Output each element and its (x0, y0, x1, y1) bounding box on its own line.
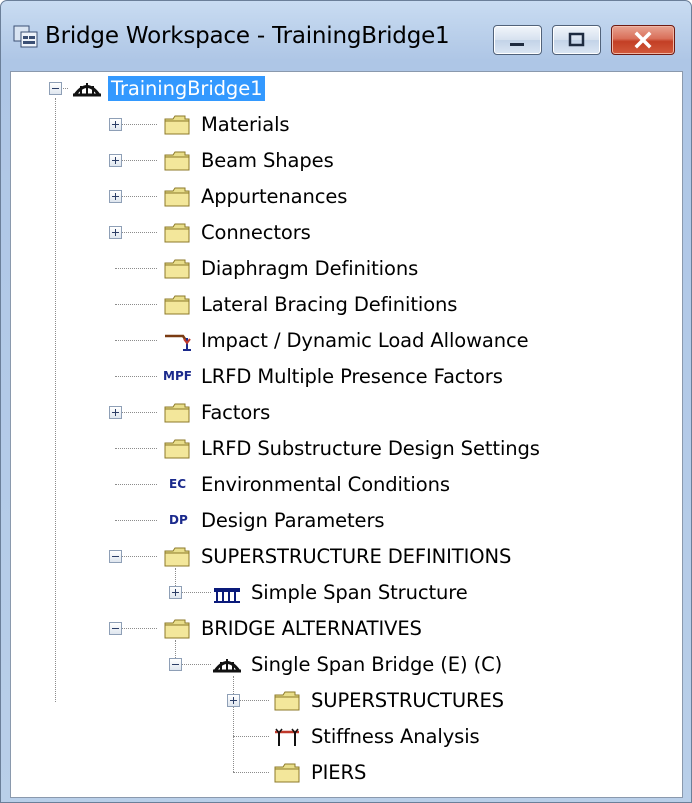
tree-node-diaphragm-definitions[interactable]: Diaphragm Definitions (161, 252, 418, 285)
bridge-icon (211, 652, 243, 678)
bridge-workspace-window: Bridge Workspace - TrainingBridge1 Train… (0, 0, 692, 803)
tree-node-label: Lateral Bracing Definitions (201, 293, 458, 316)
tree-collapse-toggle[interactable] (169, 658, 182, 671)
tree-node-superstructure-definitions[interactable]: SUPERSTRUCTURE DEFINITIONS (161, 540, 511, 573)
tree-node-materials[interactable]: Materials (161, 108, 290, 141)
mpf-icon: MPF (163, 368, 192, 383)
tree-node-label: Design Parameters (201, 509, 385, 532)
tree-node-label: SUPERSTRUCTURES (311, 689, 504, 712)
title-bar[interactable]: Bridge Workspace - TrainingBridge1 (1, 1, 691, 73)
folder-icon (161, 112, 193, 138)
tree-expand-toggle[interactable] (109, 406, 122, 419)
folder-icon (161, 148, 193, 174)
bridge-tree: TrainingBridge1 Materials Beam Shapes Ap… (11, 72, 682, 797)
tree-node-label: BRIDGE ALTERNATIVES (201, 617, 422, 640)
tree-expand-toggle[interactable] (109, 118, 122, 131)
workspace-app-icon (13, 25, 39, 49)
folder-icon (271, 688, 303, 714)
tree-node-factors[interactable]: Factors (161, 396, 270, 429)
tree-node-simple-span-structure[interactable]: Simple Span Structure (211, 576, 468, 609)
tree-node-label: Impact / Dynamic Load Allowance (201, 329, 529, 352)
tree-node-bridge-alternatives[interactable]: BRIDGE ALTERNATIVES (161, 612, 422, 645)
tree-node-label: Single Span Bridge (E) (C) (251, 653, 503, 676)
tree-node-label: Connectors (201, 221, 311, 244)
folder-icon (161, 616, 193, 642)
tree-node-label: Environmental Conditions (201, 473, 450, 496)
tree-node-label: Materials (201, 113, 290, 136)
tree-node-design-parameters[interactable]: DP Design Parameters (161, 504, 385, 537)
tree-node-label: TrainingBridge1 (108, 76, 266, 101)
tree-node-label: Factors (201, 401, 271, 424)
tree-node-beam-shapes[interactable]: Beam Shapes (161, 144, 334, 177)
tree-node-connectors[interactable]: Connectors (161, 216, 311, 249)
folder-icon (161, 292, 193, 318)
bridge-icon (71, 76, 103, 102)
tree-collapse-toggle[interactable] (109, 550, 122, 563)
maximize-icon (568, 32, 585, 47)
tree-node-label: Appurtenances (201, 185, 348, 208)
girder-structure-icon (211, 580, 243, 606)
tree-node-label: Stiffness Analysis (311, 725, 480, 748)
tree-collapse-toggle[interactable] (49, 82, 62, 95)
tree-node-label: PIERS (311, 761, 367, 784)
tree-node-lrfd-substructure-design-settings[interactable]: LRFD Substructure Design Settings (161, 432, 540, 465)
tree-node-label: Diaphragm Definitions (201, 257, 419, 280)
tree-expand-toggle[interactable] (227, 694, 240, 707)
tree-node-environmental-conditions[interactable]: EC Environmental Conditions (161, 468, 450, 501)
tree-expand-toggle[interactable] (109, 226, 122, 239)
window-title: Bridge Workspace - TrainingBridge1 (45, 23, 450, 49)
tree-node-label: Simple Span Structure (251, 581, 468, 604)
tree-node-impact-dynamic-load-allowance[interactable]: Impact / Dynamic Load Allowance (161, 324, 529, 357)
folder-icon (161, 256, 193, 282)
tree-expand-toggle[interactable] (109, 154, 122, 167)
ec-icon: EC (169, 476, 187, 491)
tree-node-appurtenances[interactable]: Appurtenances (161, 180, 347, 213)
minimize-icon (510, 43, 524, 46)
tree-node-root[interactable]: TrainingBridge1 (71, 72, 266, 105)
tree-node-single-span-bridge[interactable]: Single Span Bridge (E) (C) (211, 648, 502, 681)
tree-node-label: LRFD Substructure Design Settings (201, 437, 540, 460)
tree-node-label: Beam Shapes (201, 149, 334, 172)
tree-node-lrfd-multiple-presence-factors[interactable]: MPF LRFD Multiple Presence Factors (161, 360, 503, 393)
maximize-button[interactable] (552, 25, 601, 55)
tree-expand-toggle[interactable] (109, 190, 122, 203)
tree-view-panel[interactable]: TrainingBridge1 Materials Beam Shapes Ap… (10, 71, 683, 798)
close-icon (634, 31, 652, 49)
tree-node-label: LRFD Multiple Presence Factors (201, 365, 503, 388)
tree-collapse-toggle[interactable] (109, 622, 122, 635)
folder-icon (271, 760, 303, 786)
tree-node-stiffness-analysis[interactable]: Stiffness Analysis (271, 720, 480, 753)
folder-icon (161, 400, 193, 426)
close-button[interactable] (611, 25, 675, 55)
folder-icon (161, 436, 193, 462)
stiffness-icon (271, 724, 303, 750)
minimize-button[interactable] (493, 25, 542, 55)
dp-icon: DP (169, 512, 188, 527)
tree-node-superstructures[interactable]: SUPERSTRUCTURES (271, 684, 504, 717)
tree-node-label: SUPERSTRUCTURE DEFINITIONS (201, 545, 512, 568)
folder-icon (161, 544, 193, 570)
folder-icon (161, 184, 193, 210)
tree-node-lateral-bracing-definitions[interactable]: Lateral Bracing Definitions (161, 288, 457, 321)
impact-icon (161, 328, 193, 354)
folder-icon (161, 220, 193, 246)
tree-node-piers[interactable]: PIERS (271, 756, 366, 789)
tree-expand-toggle[interactable] (169, 586, 182, 599)
